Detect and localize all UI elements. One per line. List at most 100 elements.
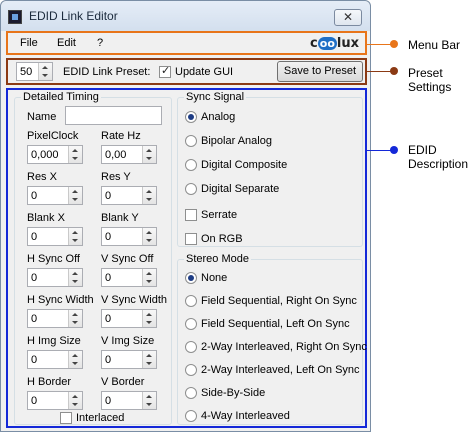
stereo-option-radio[interactable]: [185, 272, 197, 284]
update-gui-checkbox[interactable]: [159, 64, 171, 78]
timing-field-stepper[interactable]: 0: [27, 268, 83, 287]
spin-arrows-icon[interactable]: [68, 351, 82, 368]
spin-arrows-icon[interactable]: [142, 269, 156, 286]
app-icon: [8, 10, 22, 24]
timing-field-stepper[interactable]: 0: [101, 268, 157, 287]
timing-field-label: Blank X: [27, 212, 65, 224]
sync-signal-group: Sync Signal Analog Bipolar Analog Digital …: [177, 91, 363, 247]
stereo-option-radio[interactable]: [185, 410, 197, 422]
timing-field-label: Blank Y: [101, 212, 139, 224]
menu-help[interactable]: ?: [97, 37, 103, 49]
timing-field-label: H Border: [27, 376, 72, 388]
timing-field-value: 0: [31, 190, 38, 202]
coolux-logo: c oo lux: [310, 36, 359, 51]
spin-arrows-icon[interactable]: [68, 228, 82, 245]
menu-edit[interactable]: Edit: [57, 37, 76, 49]
detailed-timing-title: Detailed Timing: [21, 91, 101, 103]
stereo-option-label: 4-Way Interleaved: [201, 410, 290, 422]
stereo-option-label: 2-Way Interleaved, Left On Sync: [201, 364, 360, 376]
timing-field-value: 0: [105, 272, 112, 284]
timing-field-label: H Sync Off: [27, 253, 80, 265]
sync-option-label: Digital Separate: [201, 183, 280, 195]
on-rgb-label: On RGB: [201, 233, 243, 245]
spin-arrows-icon[interactable]: [68, 392, 82, 409]
edid-description-panel: Detailed Timing Name PixelClock 0,000 Rate…: [6, 88, 367, 428]
save-to-preset-button[interactable]: Save to Preset: [277, 61, 363, 82]
stereo-option-label: Field Sequential, Right On Sync: [201, 295, 357, 307]
spin-arrows-icon[interactable]: [38, 63, 52, 80]
preset-settings-bar: 50 EDID Link Preset: Update GUI Save to …: [6, 58, 367, 85]
spin-arrows-icon[interactable]: [142, 228, 156, 245]
preset-callout-line2: Settings: [408, 80, 452, 94]
menu-bar: File Edit ? c oo lux: [6, 31, 367, 55]
timing-field-label: Rate Hz: [101, 130, 141, 142]
timing-field-stepper[interactable]: 0: [27, 391, 83, 410]
spin-arrows-icon[interactable]: [68, 187, 82, 204]
stereo-option-label: Field Sequential, Left On Sync: [201, 318, 350, 330]
sync-option-radio[interactable]: [185, 183, 197, 195]
name-input[interactable]: [65, 106, 162, 125]
timing-field-stepper[interactable]: 0,00: [101, 145, 157, 164]
timing-field-value: 0: [105, 313, 112, 325]
close-button[interactable]: ✕: [334, 9, 362, 26]
edid-callout-dot: [390, 146, 398, 154]
sync-option-radio[interactable]: [185, 135, 197, 147]
stereo-option-radio[interactable]: [185, 295, 197, 307]
serrate-checkbox[interactable]: [185, 209, 197, 221]
preset-callout-dot: [390, 67, 398, 75]
timing-field-stepper[interactable]: 0: [101, 227, 157, 246]
stereo-option-radio[interactable]: [185, 387, 197, 399]
interlaced-label: Interlaced: [76, 412, 125, 424]
timing-field-stepper[interactable]: 0: [27, 227, 83, 246]
preset-number-value: 50: [20, 66, 33, 78]
timing-field-stepper[interactable]: 0: [101, 186, 157, 205]
spin-arrows-icon[interactable]: [142, 310, 156, 327]
spin-arrows-icon[interactable]: [68, 269, 82, 286]
stereo-mode-group: Stereo Mode None Field Sequential, Right …: [177, 253, 367, 425]
title-bar[interactable]: EDID Link Editor ✕: [1, 1, 370, 31]
spin-arrows-icon[interactable]: [142, 187, 156, 204]
timing-field-label: V Sync Off: [101, 253, 154, 265]
timing-field-stepper[interactable]: 0,000: [27, 145, 83, 164]
spin-arrows-icon[interactable]: [142, 146, 156, 163]
timing-field-value: 0: [31, 313, 38, 325]
timing-field-stepper[interactable]: 0: [27, 309, 83, 328]
spin-arrows-icon[interactable]: [68, 310, 82, 327]
stereo-option-label: None: [201, 272, 228, 284]
timing-field-value: 0: [105, 395, 112, 407]
sync-option-label: Digital Composite: [201, 159, 288, 171]
spin-arrows-icon[interactable]: [68, 146, 82, 163]
on-rgb-checkbox[interactable]: [185, 233, 197, 245]
timing-field-stepper[interactable]: 0: [27, 186, 83, 205]
preset-number-stepper[interactable]: 50: [16, 62, 53, 81]
stereo-option-radio[interactable]: [185, 364, 197, 376]
timing-field-stepper[interactable]: 0: [27, 350, 83, 369]
timing-field-stepper[interactable]: 0: [101, 350, 157, 369]
spin-arrows-icon[interactable]: [142, 392, 156, 409]
spin-arrows-icon[interactable]: [142, 351, 156, 368]
sync-signal-title: Sync Signal: [184, 91, 247, 103]
timing-field-label: H Img Size: [27, 335, 81, 347]
timing-field-value: 0: [31, 231, 38, 243]
menu-bar-callout: Menu Bar: [408, 38, 461, 52]
timing-field-stepper[interactable]: 0: [101, 309, 157, 328]
detailed-timing-group: Detailed Timing Name PixelClock 0,000 Rate…: [14, 91, 172, 425]
menu-file[interactable]: File: [20, 37, 38, 49]
sync-option-radio[interactable]: [185, 111, 197, 123]
sync-option-radio[interactable]: [185, 159, 197, 171]
sync-option-label: Bipolar Analog: [201, 135, 272, 147]
stereo-option-radio[interactable]: [185, 318, 197, 330]
timing-field-value: 0: [105, 231, 112, 243]
timing-field-value: 0: [31, 354, 38, 366]
timing-field-value: 0,00: [105, 149, 127, 161]
interlaced-checkbox[interactable]: [60, 412, 72, 424]
timing-field-label: H Sync Width: [27, 294, 94, 306]
stereo-option-radio[interactable]: [185, 341, 197, 353]
window-title: EDID Link Editor: [29, 9, 118, 23]
timing-field-stepper[interactable]: 0: [101, 391, 157, 410]
timing-field-label: Res Y: [101, 171, 131, 183]
serrate-label: Serrate: [201, 209, 238, 221]
timing-field-label: V Img Size: [101, 335, 155, 347]
name-label: Name: [27, 111, 57, 123]
edid-callout-line1: EDID: [408, 143, 437, 157]
